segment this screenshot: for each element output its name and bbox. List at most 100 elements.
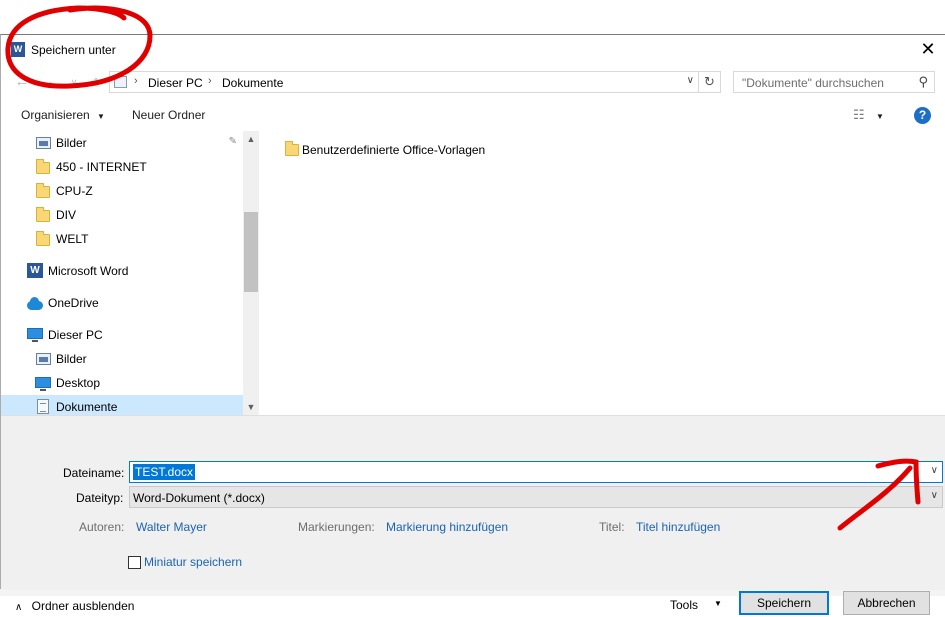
breadcrumb-dieser-pc[interactable]: Dieser PC — [148, 76, 203, 90]
new-folder-button[interactable]: Neuer Ordner — [132, 108, 205, 122]
documents-icon — [37, 399, 49, 414]
sidebar-item-bilder[interactable]: Bilder — [1, 347, 243, 371]
folder-icon — [36, 159, 50, 174]
refresh-button[interactable]: ↻ — [699, 71, 721, 93]
sidebar-item-450-internet[interactable]: 450 - INTERNET — [1, 155, 243, 179]
help-icon: ? — [918, 108, 927, 122]
file-name: Benutzerdefinierte Office-Vorlagen — [302, 143, 486, 157]
sidebar-item-dieser-pc[interactable]: Dieser PC — [1, 323, 243, 347]
sidebar-item-label: 450 - INTERNET — [56, 160, 147, 174]
dropdown-arrow-icon: ▼ — [876, 112, 884, 121]
scroll-down-icon[interactable]: ▼ — [243, 399, 259, 415]
view-grid-icon: ☷ — [853, 107, 865, 122]
sidebar-item-div[interactable]: DIV — [1, 203, 243, 227]
filetype-select[interactable]: Word-Dokument (*.docx) ∨ — [129, 486, 943, 508]
folder-icon — [285, 141, 299, 156]
sidebar-item-label: Bilder — [56, 136, 87, 150]
sidebar-item-onedrive[interactable]: OneDrive — [1, 291, 243, 315]
search-icon: ⚲ — [918, 74, 928, 89]
sidebar-item-dokumente[interactable]: Dokumente — [1, 395, 243, 415]
pictures-icon — [36, 353, 51, 365]
breadcrumb-dokumente[interactable]: Dokumente — [222, 76, 283, 90]
navigation-row: ← → ∨ ↑ › Dieser PC › Dokumente ∨ ↻ "Dok… — [1, 67, 945, 97]
tags-field[interactable]: Markierung hinzufügen — [386, 520, 508, 534]
arrow-up-icon: ↑ — [92, 73, 100, 90]
word-icon: W — [27, 263, 43, 278]
back-button[interactable]: ← — [13, 73, 31, 91]
filename-input[interactable]: TEST.docx ∨ — [129, 461, 943, 483]
save-button[interactable]: Speichern — [739, 591, 829, 615]
folder-icon — [36, 183, 50, 198]
sidebar-item-label: WELT — [56, 232, 89, 246]
word-app-icon: W — [11, 42, 27, 58]
dialog-titlebar: W Speichern unter ✕ — [1, 35, 945, 65]
breadcrumb-separator-icon: › — [208, 75, 212, 87]
sidebar-item-label: CPU-Z — [56, 184, 93, 198]
hide-folders-label: Ordner ausblenden — [31, 599, 135, 613]
hide-folders-button[interactable]: ∧ Ordner ausblenden — [15, 599, 134, 613]
dropdown-arrow-icon: ▼ — [714, 599, 722, 608]
recent-locations-button[interactable]: ∨ — [65, 73, 83, 91]
chevron-down-icon: ∨ — [70, 77, 78, 87]
refresh-icon: ↻ — [704, 74, 715, 89]
scrollbar-thumb[interactable] — [244, 212, 258, 292]
new-folder-label: Neuer Ordner — [132, 108, 206, 122]
breadcrumb-separator-icon: › — [134, 75, 138, 87]
sidebar-item-bilder-quick[interactable]: Bilder ✎ — [1, 131, 243, 155]
toolbar: Organisieren ▼ Neuer Ordner ☷ ▼ ? — [1, 99, 945, 131]
organize-button[interactable]: Organisieren ▼ — [21, 108, 105, 122]
save-as-dialog: W Speichern unter ✕ ← → ∨ ↑ › Dieser PC … — [0, 34, 945, 615]
close-icon: ✕ — [920, 39, 936, 59]
address-bar[interactable]: › Dieser PC › Dokumente ∨ — [109, 71, 699, 93]
sidebar-item-label: DIV — [56, 208, 77, 222]
background-window-strip — [0, 0, 945, 35]
organize-label: Organisieren — [21, 108, 90, 122]
navigation-pane: Bilder ✎ 450 - INTERNET CPU-Z DIV WELT W… — [1, 131, 259, 415]
up-button[interactable]: ↑ — [87, 73, 105, 91]
pictures-icon — [36, 137, 51, 149]
filename-value: TEST.docx — [133, 464, 196, 480]
address-dropdown-icon[interactable]: ∨ — [687, 75, 694, 86]
list-item[interactable]: Benutzerdefinierte Office-Vorlagen — [283, 139, 523, 159]
cancel-button[interactable]: Abbrechen — [843, 591, 930, 615]
search-input[interactable]: "Dokumente" durchsuchen ⚲ — [733, 71, 935, 93]
computer-icon — [27, 328, 43, 342]
title-field[interactable]: Titel hinzufügen — [636, 520, 720, 534]
authors-label: Autoren: — [79, 520, 125, 534]
sidebar-item-label: Desktop — [56, 376, 101, 390]
sidebar-item-microsoft-word[interactable]: W Microsoft Word — [1, 259, 243, 283]
location-icon — [114, 76, 127, 88]
tools-button[interactable]: Tools ▼ — [670, 595, 730, 617]
filename-label: Dateiname: — [63, 466, 125, 480]
dialog-title: Speichern unter — [31, 43, 116, 57]
view-options-button[interactable]: ☷ ▼ — [853, 107, 884, 123]
sidebar-item-label: Microsoft Word — [48, 264, 129, 278]
sidebar-item-welt[interactable]: WELT — [1, 227, 243, 251]
authors-field[interactable]: Walter Mayer — [136, 520, 207, 534]
arrow-right-icon: → — [40, 73, 56, 90]
arrow-left-icon: ← — [14, 73, 30, 90]
folder-icon — [36, 207, 50, 222]
sidebar-item-label: Bilder — [56, 352, 87, 366]
filetype-label: Dateityp: — [76, 491, 124, 505]
file-list: Benutzerdefinierte Office-Vorlagen — [261, 131, 945, 415]
chevron-down-icon[interactable]: ∨ — [931, 465, 938, 476]
forward-button[interactable]: → — [39, 73, 57, 91]
search-placeholder: "Dokumente" durchsuchen — [742, 76, 884, 90]
sidebar-item-label: Dieser PC — [48, 328, 103, 342]
close-button[interactable]: ✕ — [916, 39, 940, 61]
thumbnail-checkbox[interactable] — [128, 556, 141, 569]
dropdown-arrow-icon: ▼ — [97, 112, 105, 121]
onedrive-icon — [27, 297, 43, 310]
pin-icon[interactable]: ✎ — [229, 136, 237, 147]
title-label: Titel: — [599, 520, 625, 534]
help-button[interactable]: ? — [914, 107, 931, 124]
folder-icon — [36, 231, 50, 246]
sidebar-item-cpu-z[interactable]: CPU-Z — [1, 179, 243, 203]
sidebar-item-label: Dokumente — [56, 400, 118, 414]
sidebar-item-desktop[interactable]: Desktop — [1, 371, 243, 395]
thumbnail-label[interactable]: Miniatur speichern — [144, 555, 242, 569]
chevron-down-icon: ∨ — [930, 490, 938, 501]
scroll-up-icon[interactable]: ▲ — [243, 131, 259, 147]
tags-label: Markierungen: — [298, 520, 375, 534]
